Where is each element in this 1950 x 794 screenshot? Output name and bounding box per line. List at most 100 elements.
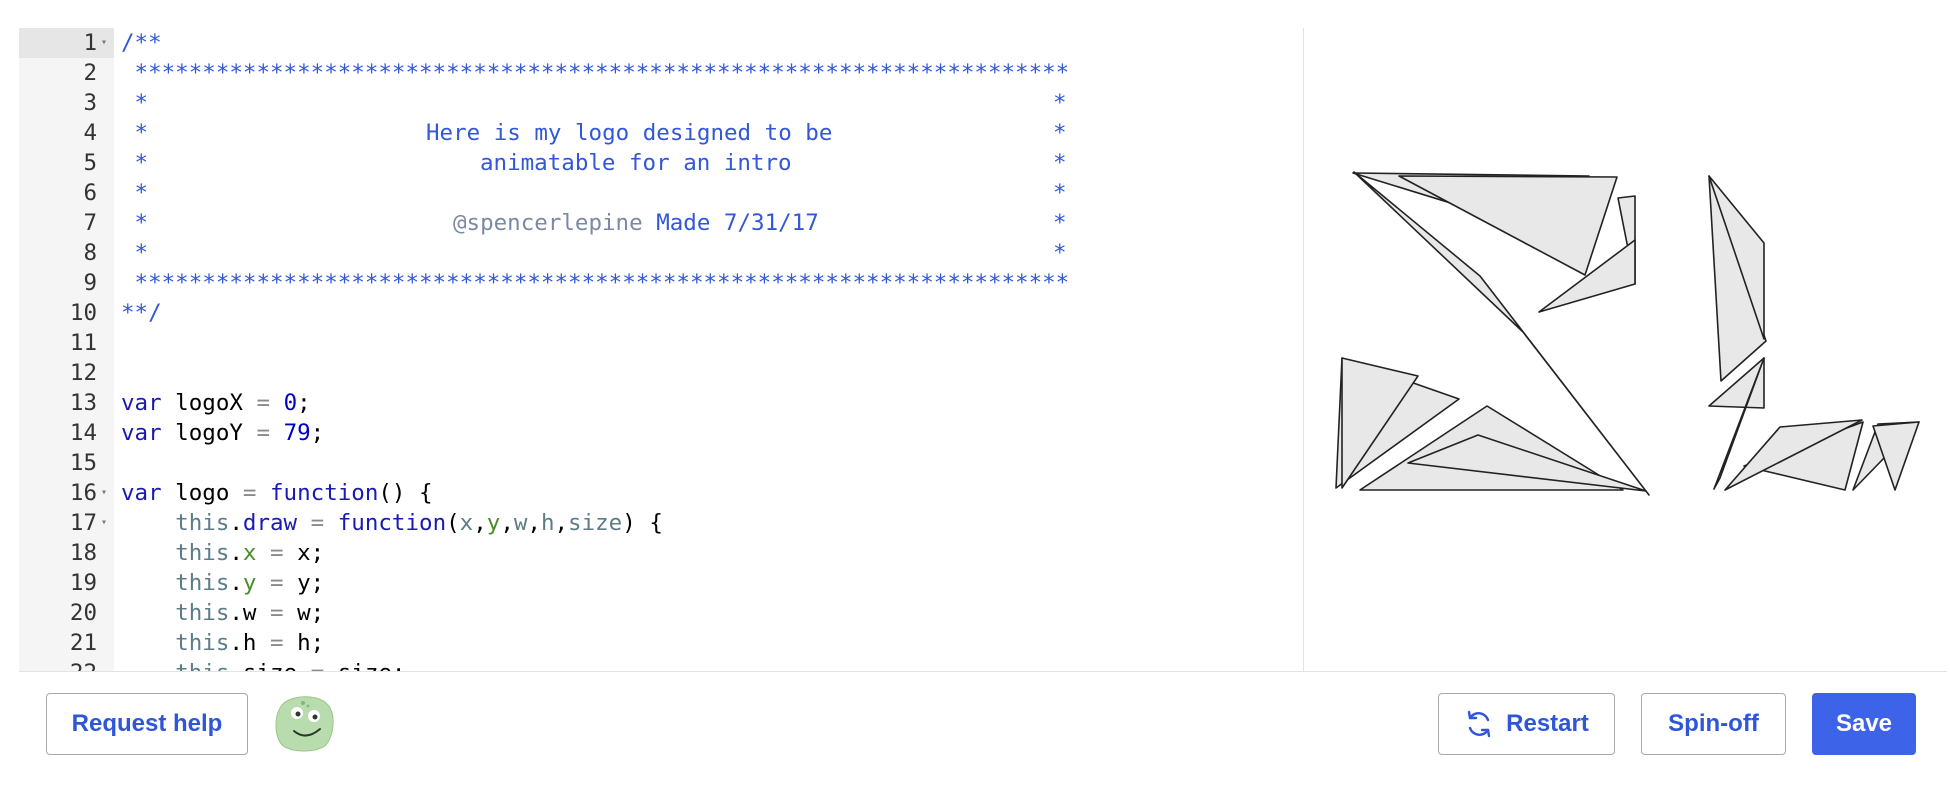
spin-off-button[interactable]: Spin-off xyxy=(1641,693,1786,755)
keyword: function xyxy=(337,510,447,536)
comment-text: animatable for an intro xyxy=(480,150,792,176)
line-number: 7 xyxy=(83,210,97,236)
code-line[interactable]: 7 * @spencerlepine Made 7/31/17 * xyxy=(19,208,1303,238)
code-text: * Here is my logo designed to be * xyxy=(121,118,1067,148)
restart-icon xyxy=(1467,710,1491,738)
logo-shape xyxy=(1398,175,1618,276)
keyword: var xyxy=(121,390,162,416)
line-number: 10 xyxy=(69,300,97,326)
keyword: function xyxy=(270,480,379,506)
line-number: 17 ▾ xyxy=(19,508,114,538)
code-line[interactable]: 14 var logoY = 79; xyxy=(19,418,1303,448)
code-line[interactable]: 22 this.size = size; xyxy=(19,658,1303,671)
code-lines[interactable]: 1 ▾ /** 2 *******************************… xyxy=(19,28,1303,671)
logo-drawing xyxy=(1335,171,1920,496)
line-number: 16 ▾ xyxy=(19,478,114,508)
line-number-text: 1 xyxy=(83,30,97,56)
line-number: 14 xyxy=(69,420,97,446)
comment-star: * xyxy=(121,90,149,116)
code-text: var logoY = 79; xyxy=(121,418,324,448)
property: x xyxy=(242,540,257,566)
punctuation: ( xyxy=(446,510,460,536)
code-text: ****************************************… xyxy=(121,270,1070,296)
line-number: 12 xyxy=(69,360,97,386)
code-line[interactable]: 12 xyxy=(19,358,1303,388)
code-line[interactable]: 9 **************************************… xyxy=(19,268,1303,298)
this-keyword: this xyxy=(175,630,230,656)
keyword: var xyxy=(121,420,162,446)
line-number: 11 xyxy=(69,330,97,356)
code-line[interactable]: 10 **/ xyxy=(19,298,1303,328)
code-text: * animatable for an intro * xyxy=(121,148,1067,178)
code-editor[interactable]: 1 ▾ /** 2 *******************************… xyxy=(19,28,1303,671)
this-keyword: this xyxy=(175,570,230,596)
code-text: /** xyxy=(121,30,162,56)
this-keyword: this xyxy=(175,510,230,536)
line-number: 19 xyxy=(69,570,97,596)
punctuation: . xyxy=(229,540,243,566)
line-number: 9 xyxy=(83,270,97,296)
line-number-text: 17 xyxy=(69,510,97,536)
parameter: w xyxy=(513,510,528,536)
parameter: x xyxy=(459,510,474,536)
identifier: logo xyxy=(161,480,243,506)
line-number: 2 xyxy=(83,60,97,86)
number-literal: 0 xyxy=(283,390,298,416)
this-keyword: this xyxy=(175,540,230,566)
code-line[interactable]: 20 this.w = w; xyxy=(19,598,1303,628)
code-rest: x; xyxy=(283,540,325,566)
comment-text: Here is my logo designed to be xyxy=(426,120,833,146)
parameter: size xyxy=(568,510,623,536)
code-text: ****************************************… xyxy=(121,60,1070,86)
code-line[interactable]: 11 xyxy=(19,328,1303,358)
code-line[interactable]: 4 * Here is my logo designed to be * xyxy=(19,118,1303,148)
comment-star: * xyxy=(121,240,149,266)
code-line[interactable]: 2 **************************************… xyxy=(19,58,1303,88)
output-canvas[interactable] xyxy=(1304,28,1947,671)
line-number: 18 xyxy=(69,540,97,566)
code-line[interactable]: 6 * * xyxy=(19,178,1303,208)
code-text: * * xyxy=(121,238,1067,268)
code-line[interactable]: 3 * * xyxy=(19,88,1303,118)
restart-button[interactable]: Restart xyxy=(1438,693,1615,755)
request-help-button[interactable]: Request help xyxy=(46,693,248,755)
code-line[interactable]: 5 * animatable for an intro * xyxy=(19,148,1303,178)
save-button[interactable]: Save xyxy=(1812,693,1916,755)
comment-star: * xyxy=(1053,180,1067,206)
code-line[interactable]: 1 ▾ /** xyxy=(19,28,1303,58)
line-number: 8 xyxy=(83,240,97,266)
code-line[interactable]: 21 this.h = h; xyxy=(19,628,1303,658)
property: h xyxy=(242,630,257,656)
code-line[interactable]: 19 this.y = y; xyxy=(19,568,1303,598)
code-line[interactable]: 13 var logoX = 0; xyxy=(19,388,1303,418)
code-line[interactable]: 17 ▾ this.draw = function(x,y,w,h,size) { xyxy=(19,508,1303,538)
comment-star: * xyxy=(1053,120,1067,146)
punctuation: ; xyxy=(297,390,311,416)
fold-arrow-icon[interactable]: ▾ xyxy=(98,508,110,538)
operator: = xyxy=(270,540,284,566)
this-keyword: this xyxy=(175,660,229,671)
line-number: 6 xyxy=(83,180,97,206)
property: w xyxy=(242,600,257,626)
code-text: this.x = x; xyxy=(121,538,324,568)
fold-arrow-icon[interactable]: ▾ xyxy=(98,478,110,508)
line-number: 22 xyxy=(19,658,114,671)
code-line[interactable]: 18 this.x = x; xyxy=(19,538,1303,568)
punctuation: . xyxy=(229,660,243,671)
operator: = xyxy=(310,510,325,536)
avatar-icon[interactable] xyxy=(272,693,336,753)
line-number: 15 xyxy=(69,450,97,476)
fold-arrow-icon[interactable]: ▾ xyxy=(98,28,110,58)
code-line[interactable]: 16 ▾ var logo = function() { xyxy=(19,478,1303,508)
code-text: this.size = size; xyxy=(121,658,405,671)
code-line[interactable]: 15 xyxy=(19,448,1303,478)
code-line[interactable]: 8 * * xyxy=(19,238,1303,268)
punctuation: . xyxy=(229,510,243,536)
